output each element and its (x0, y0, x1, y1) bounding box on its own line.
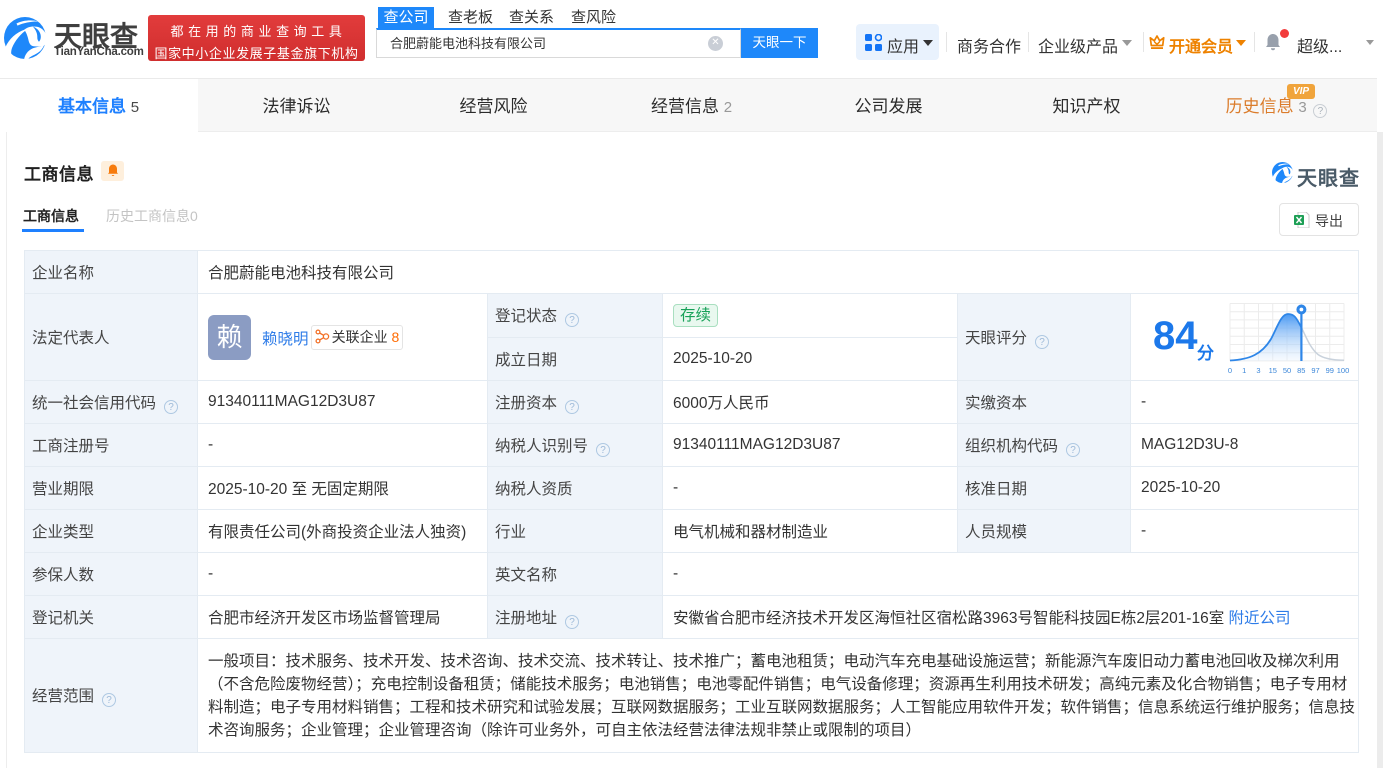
svg-text:3: 3 (1256, 366, 1260, 375)
svg-text:15: 15 (1269, 366, 1277, 375)
svg-text:85: 85 (1297, 366, 1305, 375)
svg-text:50: 50 (1283, 366, 1291, 375)
svg-text:1: 1 (1242, 366, 1246, 375)
svg-text:99: 99 (1326, 366, 1334, 375)
svg-text:97: 97 (1311, 366, 1319, 375)
svg-text:0: 0 (1228, 366, 1232, 375)
svg-text:100: 100 (1337, 366, 1350, 375)
